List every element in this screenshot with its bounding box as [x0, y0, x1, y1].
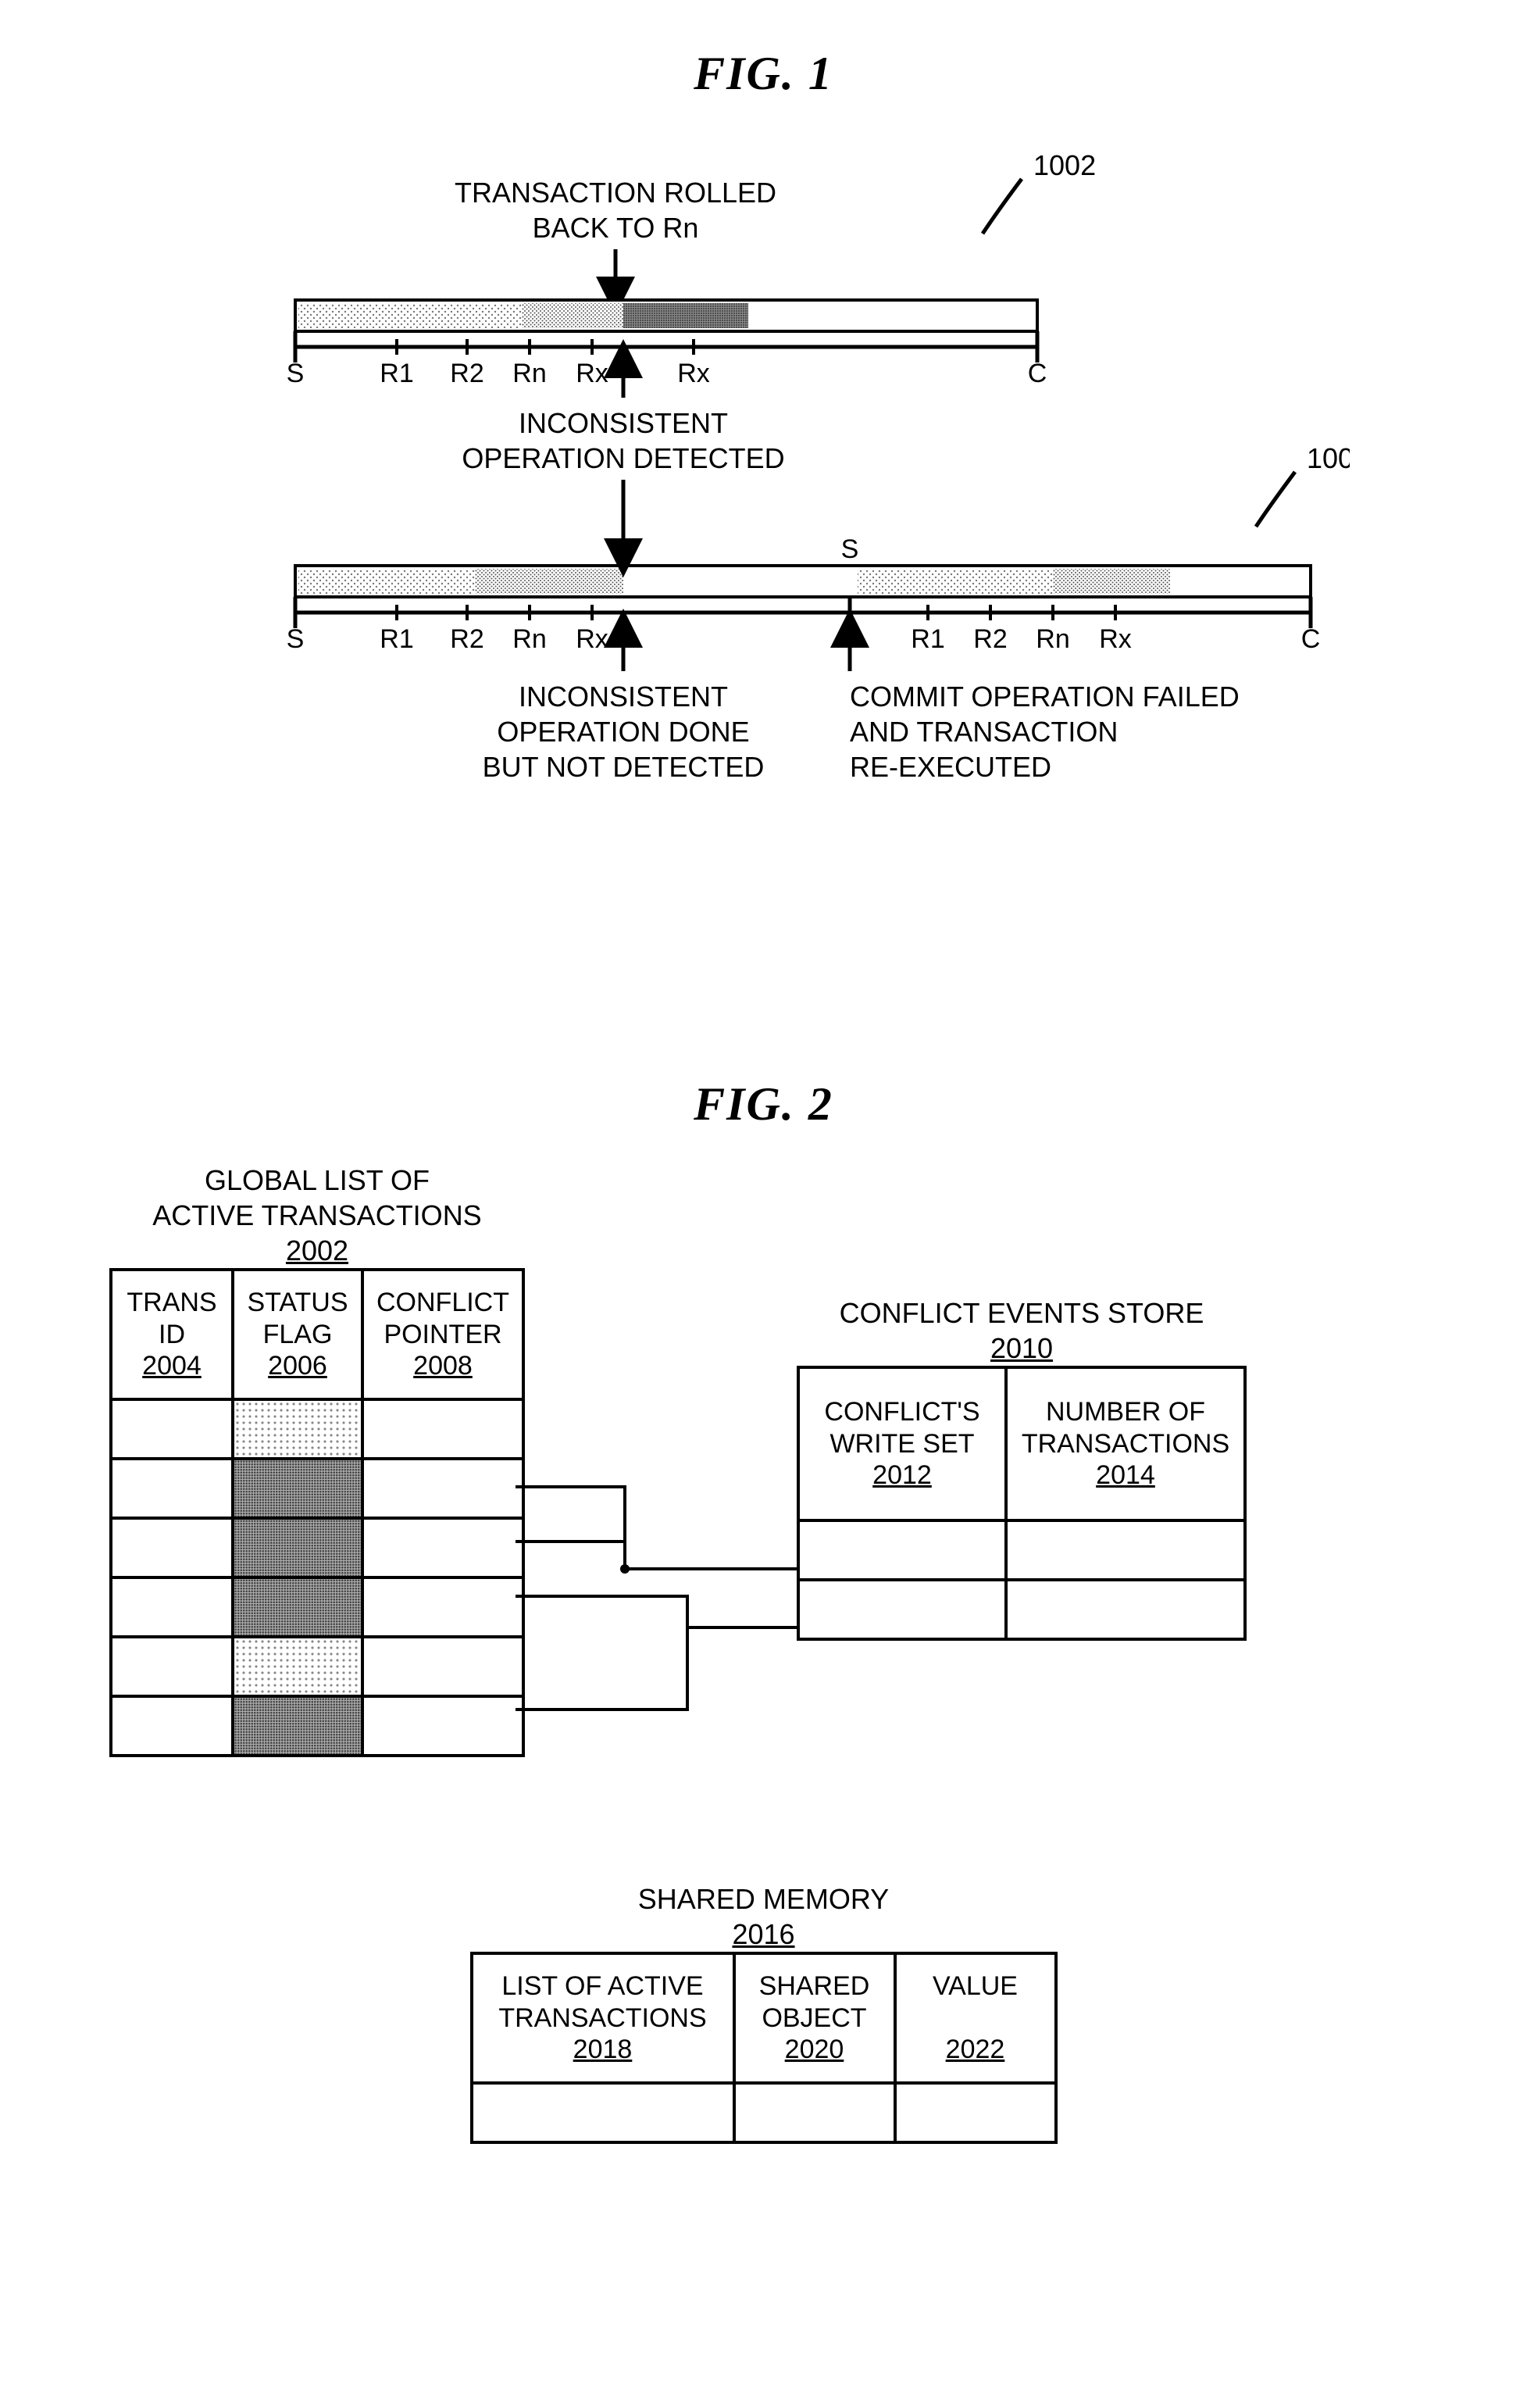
axis-label: Rn — [512, 624, 546, 654]
ces-block: CONFLICT EVENTS STORE 2010 CONFLICT'S WR… — [797, 1295, 1247, 1641]
tl2-commit-l2: AND TRANSACTION — [850, 716, 1118, 748]
global-list-block: GLOBAL LIST OF ACTIVE TRANSACTIONS 2002 … — [109, 1163, 525, 1757]
axis-label: Rn — [1036, 624, 1069, 654]
axis-label: R2 — [973, 624, 1007, 654]
gl-header-status: STATUS FLAG 2006 — [233, 1270, 362, 1399]
ces-header-writeset: CONFLICT'S WRITE SET 2012 — [798, 1367, 1006, 1520]
axis-label: R2 — [450, 624, 483, 654]
figure-1-svg: 1002 TRANSACTION ROLLED BACK TO Rn S — [178, 132, 1350, 952]
gl-header-transid: TRANS ID 2004 — [111, 1270, 233, 1399]
axis-label: R1 — [380, 624, 413, 654]
ref-1002: 1002 — [1033, 149, 1096, 181]
table-row — [111, 1637, 523, 1696]
tl2-upper-l2: OPERATION DONE — [497, 716, 749, 748]
figure-1: FIG. 1 1002 TRANSA — [78, 47, 1449, 952]
table-row — [111, 1577, 523, 1637]
axis-label: S — [840, 534, 858, 564]
axis-label: R1 — [380, 359, 413, 388]
axis-label: S — [286, 624, 304, 654]
table-row — [798, 1580, 1245, 1639]
tl1-lower-l2: OPERATION DETECTED — [462, 442, 784, 474]
ces-title: CONFLICT EVENTS STORE 2010 — [797, 1295, 1247, 1366]
axis-label: Rx — [1099, 624, 1132, 654]
axis-label: R1 — [911, 624, 944, 654]
axis-label: S — [286, 359, 304, 388]
sm-header-value: VALUE 2022 — [895, 1953, 1056, 2083]
tl1-caption-l1: TRANSACTION ROLLED — [454, 177, 776, 209]
figure-2: FIG. 2 GLOBAL LIST OF ACTIVE TRANSACTION… — [78, 1077, 1449, 2144]
figure-1-title: FIG. 1 — [78, 47, 1449, 101]
table-row — [111, 1696, 523, 1756]
global-list-table: TRANS ID 2004 STATUS FLAG 2006 CONFLICT … — [109, 1268, 525, 1757]
axis-label: R2 — [450, 359, 483, 388]
sm-header-object: SHARED OBJECT 2020 — [734, 1953, 895, 2083]
tl2-commit-l1: COMMIT OPERATION FAILED — [850, 681, 1240, 713]
global-list-title: GLOBAL LIST OF ACTIVE TRANSACTIONS 2002 — [109, 1163, 525, 1268]
axis-label: Rx — [576, 624, 608, 654]
ref-1004: 1004 — [1307, 442, 1350, 474]
axis-label: Rn — [512, 359, 546, 388]
shared-memory-title: SHARED MEMORY 2016 — [470, 1881, 1058, 1952]
shared-memory-block: SHARED MEMORY 2016 LIST OF ACTIVE TRANSA… — [470, 1881, 1058, 2144]
axis-label: C — [1300, 624, 1320, 654]
axis-label: Rx — [576, 359, 608, 388]
gl-header-conflict: CONFLICT POINTER 2008 — [362, 1270, 523, 1399]
table-row — [111, 1518, 523, 1577]
axis-label: Rx — [677, 359, 710, 388]
tl2-upper-l1: INCONSISTENT — [518, 681, 727, 713]
ces-header-numtx: NUMBER OF TRANSACTIONS 2014 — [1006, 1367, 1245, 1520]
table-row — [111, 1459, 523, 1518]
table-row — [798, 1520, 1245, 1580]
table-row — [111, 1399, 523, 1459]
table-row — [472, 2083, 1056, 2142]
tl2-upper-l3: BUT NOT DETECTED — [482, 751, 764, 783]
figure-2-title: FIG. 2 — [78, 1077, 1449, 1131]
tl1-caption-l2: BACK TO Rn — [532, 212, 698, 244]
tl2-commit-l3: RE-EXECUTED — [850, 751, 1051, 783]
ces-table: CONFLICT'S WRITE SET 2012 NUMBER OF TRAN… — [797, 1366, 1247, 1641]
timeline-1: S R1 R2 Rn Rx Rx C — [286, 300, 1047, 388]
axis-label: C — [1027, 359, 1047, 388]
sm-header-list: LIST OF ACTIVE TRANSACTIONS 2018 — [472, 1953, 734, 2083]
timeline-2: S R1 R2 Rn Rx S C R1 R2 Rn Rx C — [286, 534, 1320, 654]
tl1-lower-l1: INCONSISTENT — [518, 407, 727, 439]
shared-memory-table: LIST OF ACTIVE TRANSACTIONS 2018 SHARED … — [470, 1952, 1058, 2144]
